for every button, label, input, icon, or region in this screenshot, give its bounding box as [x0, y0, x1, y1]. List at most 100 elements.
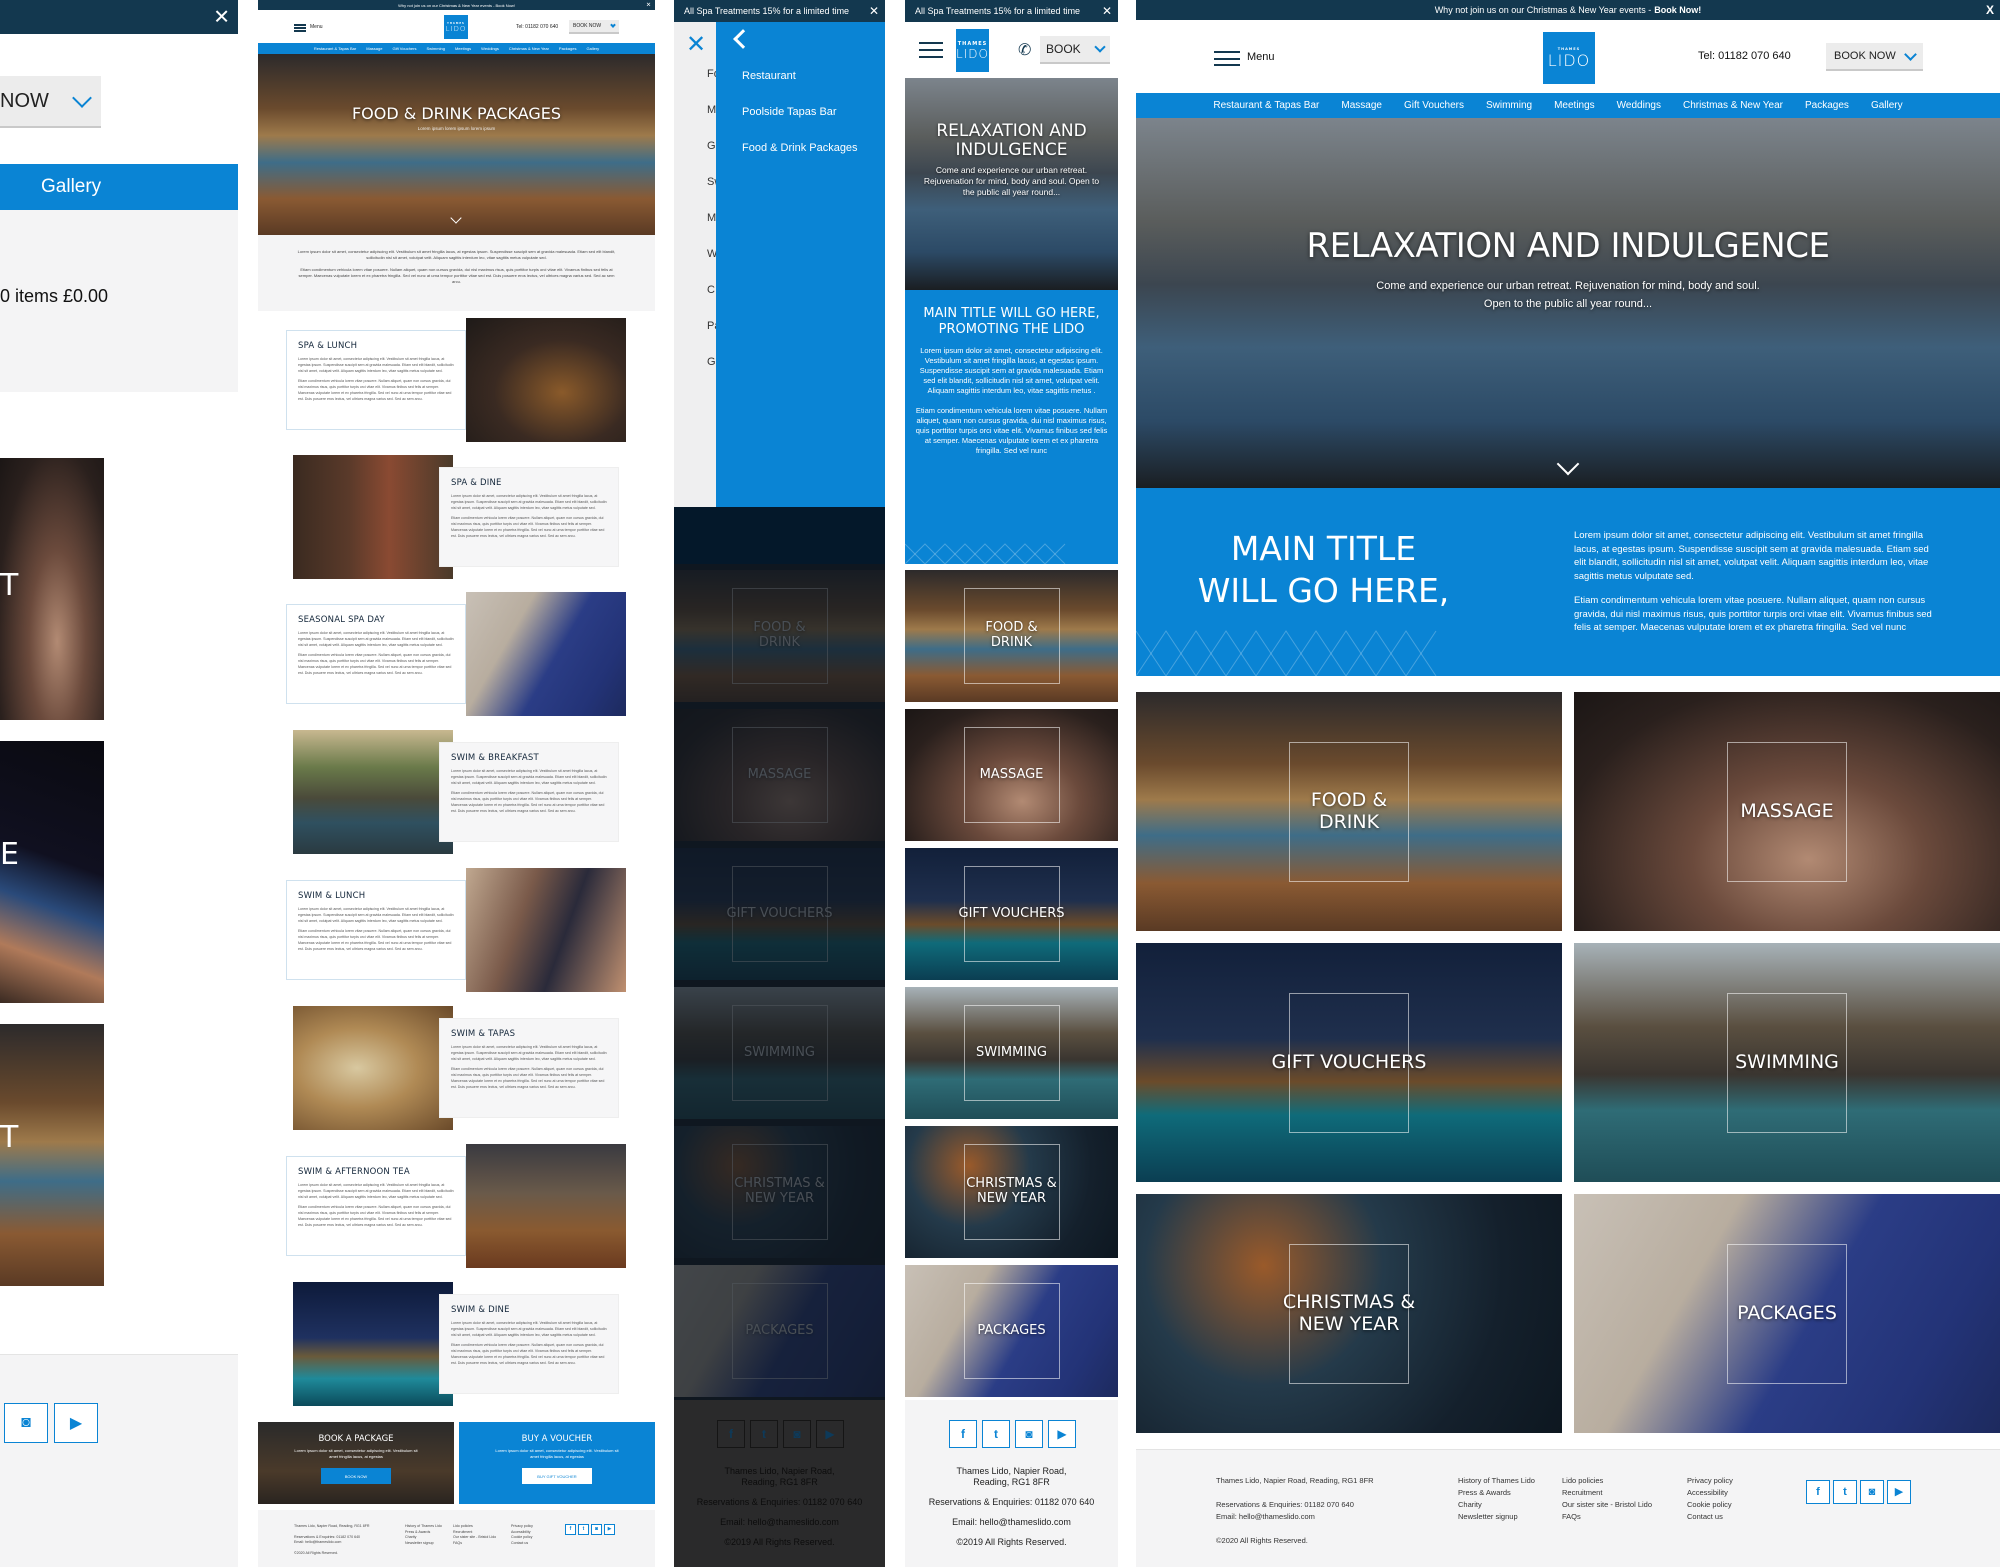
telephone[interactable]: Tel: 01182 070 640: [516, 24, 558, 30]
footer-link[interactable]: Our sister site - Bristol Lido: [453, 1535, 496, 1541]
close-announcement-button[interactable]: ✕: [213, 5, 230, 30]
scroll-down-icon[interactable]: [1556, 452, 1580, 476]
tile-massage[interactable]: MASSAGE: [1574, 692, 2000, 931]
facebook-icon[interactable]: f: [949, 1420, 977, 1448]
package-card[interactable]: SWIM & TAPAS Lorem ipsum dolor sit amet, …: [293, 1006, 633, 1132]
footer-email[interactable]: Email: hello@thameslido.com: [1216, 1511, 1374, 1523]
tile-christmas-new-year[interactable]: CHRISTMAS & NEW YEAR: [1136, 1194, 1562, 1433]
scroll-down-icon[interactable]: [450, 212, 462, 224]
submenu-item-restaurant[interactable]: Restaurant: [742, 70, 796, 82]
footer-link[interactable]: FAQs: [453, 1541, 496, 1547]
telephone[interactable]: Tel: 01182 070 640: [1698, 50, 1791, 62]
close-announcement-button[interactable]: ✕: [646, 2, 651, 9]
announcement-text[interactable]: Why not join us on our Christmas & New Y…: [398, 3, 515, 8]
phone-icon[interactable]: ✆: [1018, 40, 1031, 60]
nav-item-christmas[interactable]: Christmas & New Year: [1683, 100, 1783, 111]
close-menu-button[interactable]: ✕: [686, 30, 706, 59]
thames-lido-logo[interactable]: THAMES LIDO: [956, 29, 989, 72]
book-now-cta-button[interactable]: BOOK NOW: [321, 1468, 391, 1484]
menu-label[interactable]: Menu: [1247, 51, 1275, 63]
nav-item-gallery[interactable]: Gallery: [0, 164, 238, 210]
tile-christmas-new-year[interactable]: CHRISTMAS & NEW YEAR: [905, 1126, 1118, 1258]
tile-image[interactable]: [0, 1024, 104, 1286]
footer-link[interactable]: History of Thames Lido: [405, 1524, 442, 1530]
menu-item[interactable]: M: [707, 104, 716, 116]
cart-summary[interactable]: 0 items £0.00: [0, 286, 108, 307]
footer-link-faqs[interactable]: FAQs: [1562, 1511, 1652, 1523]
footer-link[interactable]: Cookie policy: [511, 1535, 533, 1541]
menu-label[interactable]: Menu: [310, 24, 323, 30]
footer-link-charity[interactable]: Charity: [1458, 1499, 1535, 1511]
announcement-text[interactable]: All Spa Treatments 15% for a limited tim…: [915, 6, 1080, 16]
tile-massage[interactable]: MASSAGE: [905, 709, 1118, 841]
nav-item-weddings[interactable]: Weddings: [1617, 100, 1661, 111]
book-now-button[interactable]: NOW: [0, 76, 101, 128]
nav-item[interactable]: Massage: [366, 46, 382, 51]
nav-item-packages[interactable]: Packages: [1805, 100, 1849, 111]
close-announcement-button[interactable]: ✕: [1102, 4, 1112, 18]
nav-item[interactable]: Meetings: [455, 46, 471, 51]
hamburger-menu-icon[interactable]: [1214, 51, 1240, 66]
book-button[interactable]: BOOK: [1040, 36, 1110, 64]
book-now-button[interactable]: BOOK NOW: [569, 20, 619, 34]
footer-link-bristol-lido[interactable]: Our sister site - Bristol Lido: [1562, 1499, 1652, 1511]
menu-item[interactable]: M: [707, 212, 716, 224]
nav-item[interactable]: Gift Vouchers: [392, 46, 416, 51]
buy-gift-voucher-button[interactable]: BUY GIFT VOUCHER: [522, 1468, 592, 1484]
footer-link-history[interactable]: History of Thames Lido: [1458, 1475, 1535, 1487]
footer-link-policies[interactable]: Lido policies: [1562, 1475, 1652, 1487]
nav-item[interactable]: Christmas & New Year: [509, 46, 549, 51]
hamburger-menu-icon[interactable]: [919, 42, 943, 58]
nav-item-meetings[interactable]: Meetings: [1554, 100, 1595, 111]
package-card[interactable]: SPA & DINE Lorem ipsum dolor sit amet, co…: [293, 455, 633, 581]
instagram-icon[interactable]: ◙: [4, 1403, 48, 1443]
close-announcement-button[interactable]: X: [1986, 3, 1994, 17]
package-card[interactable]: SWIM & DINE Lorem ipsum dolor sit amet, c…: [293, 1282, 633, 1408]
footer-link-privacy[interactable]: Privacy policy: [1687, 1475, 1733, 1487]
nav-item[interactable]: Gallery: [586, 46, 599, 51]
nav-item-swimming[interactable]: Swimming: [1486, 100, 1532, 111]
announcement-book-link[interactable]: Book Now!: [1654, 5, 1701, 15]
youtube-icon[interactable]: ▶: [54, 1403, 98, 1443]
menu-item[interactable]: G: [707, 140, 716, 152]
footer-link-cookies[interactable]: Cookie policy: [1687, 1499, 1733, 1511]
package-card[interactable]: SEASONAL SPA DAY Lorem ipsum dolor sit am…: [286, 592, 626, 718]
footer-link-newsletter[interactable]: Newsletter signup: [1458, 1511, 1535, 1523]
footer-link-contact[interactable]: Contact us: [1687, 1511, 1733, 1523]
package-card[interactable]: SPA & LUNCH Lorem ipsum dolor sit amet, c…: [286, 318, 626, 444]
book-now-button[interactable]: BOOK NOW: [1826, 43, 1923, 71]
submenu-item-food-drink-packages[interactable]: Food & Drink Packages: [742, 142, 858, 154]
nav-item-gallery[interactable]: Gallery: [1871, 100, 1903, 111]
youtube-icon[interactable]: ▶: [604, 1524, 615, 1535]
close-announcement-button[interactable]: ✕: [869, 4, 879, 18]
tile-gift-vouchers[interactable]: GIFT VOUCHERS: [1136, 943, 1562, 1182]
facebook-icon[interactable]: f: [1806, 1480, 1830, 1504]
facebook-icon[interactable]: f: [565, 1524, 576, 1535]
instagram-icon[interactable]: ◙: [591, 1524, 602, 1535]
tile-food-drink[interactable]: FOOD & DRINK: [905, 570, 1118, 702]
instagram-icon[interactable]: ◙: [1860, 1480, 1884, 1504]
tile-image[interactable]: [0, 741, 104, 1003]
package-card[interactable]: SWIM & AFTERNOON TEA Lorem ipsum dolor si…: [286, 1144, 626, 1270]
footer-link-press[interactable]: Press & Awards: [1458, 1487, 1535, 1499]
thames-lido-logo[interactable]: THAMES LIDO: [1543, 32, 1595, 84]
announcement-text[interactable]: All Spa Treatments 15% for a limited tim…: [684, 6, 849, 16]
nav-item[interactable]: Weddings: [481, 46, 499, 51]
nav-item[interactable]: Swimming: [426, 46, 444, 51]
youtube-icon[interactable]: ▶: [1887, 1480, 1911, 1504]
menu-item[interactable]: C: [707, 284, 715, 296]
tile-food-drink[interactable]: FOOD & DRINK: [1136, 692, 1562, 931]
footer-link[interactable]: Contact us: [511, 1541, 533, 1547]
youtube-icon[interactable]: ▶: [1048, 1420, 1076, 1448]
back-chevron-icon[interactable]: [733, 29, 753, 49]
tile-gift-vouchers[interactable]: GIFT VOUCHERS: [905, 848, 1118, 980]
package-card[interactable]: SWIM & LUNCH Lorem ipsum dolor sit amet, …: [286, 868, 626, 994]
footer-link-recruitment[interactable]: Recruitment: [1562, 1487, 1652, 1499]
footer-link-accessibility[interactable]: Accessibility: [1687, 1487, 1733, 1499]
thames-lido-logo[interactable]: THAMES LIDO: [444, 15, 468, 39]
footer-email[interactable]: Email: hello@thameslido.com: [905, 1517, 1118, 1528]
nav-item-gift-vouchers[interactable]: Gift Vouchers: [1404, 100, 1464, 111]
nav-item-restaurant[interactable]: Restaurant & Tapas Bar: [1213, 100, 1319, 111]
twitter-icon[interactable]: t: [578, 1524, 589, 1535]
twitter-icon[interactable]: t: [1833, 1480, 1857, 1504]
